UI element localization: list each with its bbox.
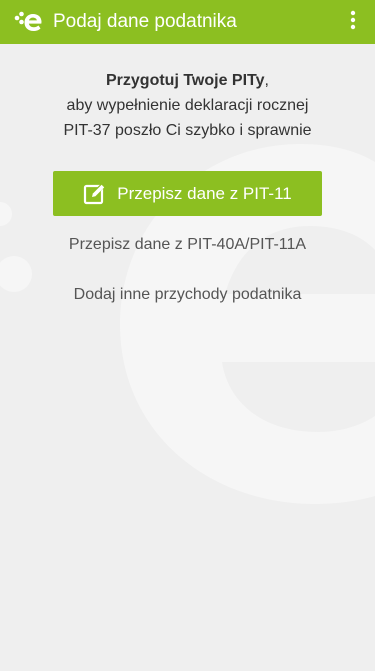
e-pity-logo-icon xyxy=(14,9,42,35)
intro-heading-comma: , xyxy=(264,72,269,89)
intro-line-3: PIT-37 poszło Ci szybko i sprawnie xyxy=(63,122,312,139)
copy-pit40a-link[interactable]: Przepisz dane z PIT-40A/PIT-11A xyxy=(0,234,375,256)
app-bar: Podaj dane podatnika xyxy=(0,0,375,44)
more-vertical-icon xyxy=(350,10,356,35)
add-other-income-link[interactable]: Dodaj inne przychody podatnika xyxy=(0,284,375,306)
intro-heading: Przygotuj Twoje PITy xyxy=(106,72,265,89)
intro-text: Przygotuj Twoje PITy, aby wypełnienie de… xyxy=(0,68,375,143)
copy-pit11-button[interactable]: Przepisz dane z PIT-11 xyxy=(53,171,322,216)
edit-icon xyxy=(83,182,107,206)
intro-heading-line: Przygotuj Twoje PITy, xyxy=(0,68,375,93)
intro-line-2: aby wypełnienie deklaracji rocznej xyxy=(66,97,309,114)
page-title: Podaj dane podatnika xyxy=(53,11,237,32)
overflow-menu-button[interactable] xyxy=(339,8,367,36)
copy-pit11-label: Przepisz dane z PIT-11 xyxy=(117,183,292,203)
